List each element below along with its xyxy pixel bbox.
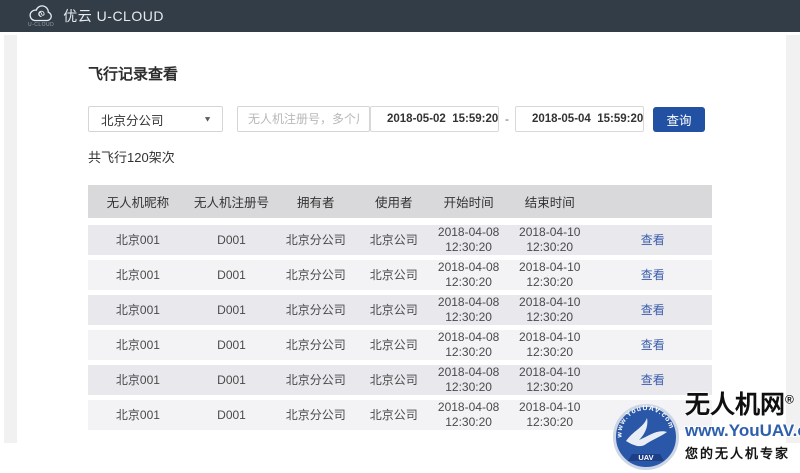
start-datetime-value: 2018-05-02 15:59:20 [387, 113, 498, 125]
cell-action: 查看 [593, 330, 712, 365]
ucloud-cloud-logo-icon: U-CLOUD [28, 5, 54, 28]
logo-caption: U-CLOUD [28, 23, 54, 28]
cell-nickname: 北京001 [88, 225, 188, 260]
table-row: 北京001D001北京分公司北京公司2018-04-0812:30:202018… [88, 225, 712, 260]
filter-bar: 北京分公司 ▼ 2018-05-02 15:59:20 - [88, 106, 712, 132]
cell-action: 查看 [593, 295, 712, 330]
table-row: 北京001D001北京分公司北京公司2018-04-0812:30:202018… [88, 295, 712, 330]
cell-nickname: 北京001 [88, 400, 188, 435]
cell-start: 2018-04-0812:30:20 [431, 295, 506, 330]
registration-number-input[interactable] [237, 106, 370, 132]
col-start: 开始时间 [431, 185, 506, 225]
registered-mark: ® [785, 393, 794, 407]
view-link[interactable]: 查看 [641, 373, 665, 387]
cell-reg: D001 [188, 260, 275, 295]
cell-action: 查看 [593, 260, 712, 295]
cell-owner: 北京分公司 [275, 225, 356, 260]
cell-owner: 北京分公司 [275, 295, 356, 330]
cell-user: 北京公司 [356, 295, 431, 330]
col-owner: 拥有者 [275, 185, 356, 225]
cell-end: 2018-04-1012:30:20 [506, 400, 593, 435]
cell-user: 北京公司 [356, 260, 431, 295]
range-separator: - [505, 112, 509, 126]
end-datetime-value: 2018-05-04 15:59:20 [532, 113, 643, 125]
cell-end: 2018-04-1012:30:20 [506, 260, 593, 295]
cell-owner: 北京分公司 [275, 260, 356, 295]
cell-owner: 北京分公司 [275, 400, 356, 435]
watermark-slogan: 您的无人机专家 [685, 443, 800, 462]
page-title: 飞行记录查看 [88, 63, 712, 84]
col-end: 结束时间 [506, 185, 593, 225]
cell-start: 2018-04-0812:30:20 [431, 400, 506, 435]
cell-nickname: 北京001 [88, 295, 188, 330]
app-window: U-CLOUD 优云 U-CLOUD 飞行记录查看 北京分公司 ▼ [0, 0, 800, 473]
table-row: 北京001D001北京分公司北京公司2018-04-0812:30:202018… [88, 330, 712, 365]
table-row: 北京001D001北京分公司北京公司2018-04-0812:30:202018… [88, 260, 712, 295]
watermark-brand-name: 无人机网 [685, 391, 785, 419]
watermark-site-url: www.YouUAV.com [685, 421, 800, 441]
cloud-icon [28, 5, 54, 22]
col-nickname: 无人机昵称 [88, 185, 188, 225]
chevron-down-icon: ▼ [203, 115, 212, 124]
youuav-logo-icon: www.YouUAV.com UAV [612, 403, 680, 471]
view-link[interactable]: 查看 [641, 233, 665, 247]
col-action [593, 185, 712, 225]
cell-start: 2018-04-0812:30:20 [431, 365, 506, 400]
cell-start: 2018-04-0812:30:20 [431, 330, 506, 365]
watermark-badge: UAV [638, 453, 653, 462]
left-scrollbar-track[interactable] [4, 35, 17, 443]
cell-user: 北京公司 [356, 400, 431, 435]
flight-count: 共飞行120架次 [88, 147, 712, 166]
cell-reg: D001 [188, 400, 275, 435]
end-datetime-picker[interactable]: 2018-05-04 15:59:20 [515, 106, 644, 132]
cell-user: 北京公司 [356, 365, 431, 400]
cell-reg: D001 [188, 295, 275, 330]
cell-owner: 北京分公司 [275, 365, 356, 400]
top-header: U-CLOUD 优云 U-CLOUD [0, 0, 800, 32]
table-header: 无人机昵称 无人机注册号 拥有者 使用者 开始时间 结束时间 [88, 185, 712, 225]
cell-reg: D001 [188, 365, 275, 400]
content: 飞行记录查看 北京分公司 ▼ 2018-05-02 15:59:20 - [88, 32, 712, 435]
watermark-text: 无人机网® www.YouUAV.com 您的无人机专家 [685, 392, 800, 462]
cell-nickname: 北京001 [88, 365, 188, 400]
right-scrollbar-track[interactable] [786, 35, 800, 443]
company-select[interactable]: 北京分公司 ▼ [88, 106, 223, 132]
cell-start: 2018-04-0812:30:20 [431, 225, 506, 260]
watermark: www.YouUAV.com UAV 无人机网® www.YouUAV.com … [612, 392, 800, 471]
col-user: 使用者 [356, 185, 431, 225]
cell-end: 2018-04-1012:30:20 [506, 365, 593, 400]
cell-owner: 北京分公司 [275, 330, 356, 365]
cell-end: 2018-04-1012:30:20 [506, 330, 593, 365]
cell-end: 2018-04-1012:30:20 [506, 295, 593, 330]
view-link[interactable]: 查看 [641, 268, 665, 282]
cell-action: 查看 [593, 225, 712, 260]
cell-end: 2018-04-1012:30:20 [506, 225, 593, 260]
view-link[interactable]: 查看 [641, 338, 665, 352]
view-link[interactable]: 查看 [641, 303, 665, 317]
cell-reg: D001 [188, 225, 275, 260]
cell-nickname: 北京001 [88, 330, 188, 365]
cell-user: 北京公司 [356, 225, 431, 260]
cell-nickname: 北京001 [88, 260, 188, 295]
brand-title: 优云 U-CLOUD [63, 6, 164, 26]
company-select-value: 北京分公司 [101, 110, 164, 129]
col-reg: 无人机注册号 [188, 185, 275, 225]
start-datetime-picker[interactable]: 2018-05-02 15:59:20 [370, 106, 499, 132]
search-button[interactable]: 查询 [653, 107, 705, 132]
watermark-brand: 无人机网® [685, 392, 800, 420]
cell-start: 2018-04-0812:30:20 [431, 260, 506, 295]
brand[interactable]: U-CLOUD 优云 U-CLOUD [28, 5, 164, 28]
cell-user: 北京公司 [356, 330, 431, 365]
cell-reg: D001 [188, 330, 275, 365]
